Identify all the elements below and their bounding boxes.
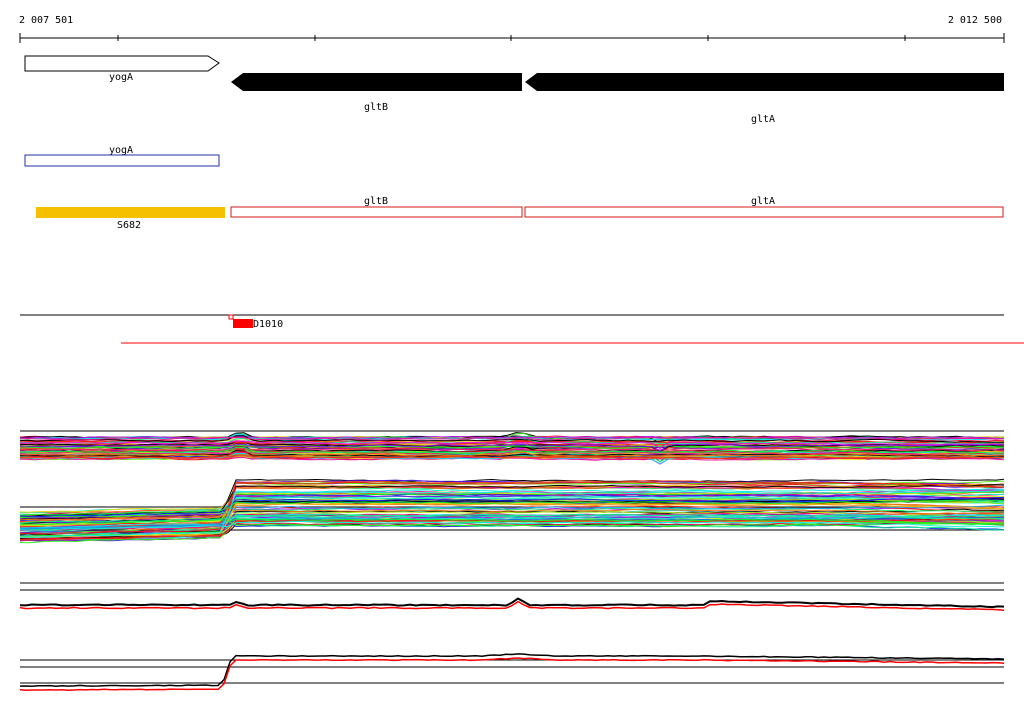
segment-label-s682: S682 [117, 220, 141, 231]
segment-bar-s682[interactable] [36, 207, 225, 218]
expression-track-2 [19, 478, 1005, 544]
gene-label-glta: gltA [751, 114, 775, 125]
cds-label-glta: gltA [751, 196, 775, 207]
genome-browser-view: 2 007 501 2 012 500 yogA gltB gltA yogA … [0, 0, 1024, 714]
cds-label-gltb: gltB [364, 196, 388, 207]
coordinate-ruler: 2 007 501 2 012 500 [19, 15, 1005, 43]
ruler-end-label: 2 012 500 [948, 15, 1002, 26]
summary-track-2 [19, 653, 1005, 691]
cds-forward-track: yogA [24, 145, 220, 167]
gene-label-gltb: gltB [364, 102, 388, 113]
feature-label-d1010: D1010 [253, 319, 283, 330]
genome-tracks-canvas: 2 007 501 2 012 500 yogA gltB gltA yogA … [19, 15, 1024, 691]
cds-reverse-track: S682 gltB gltA [36, 196, 1004, 231]
cds-label-yoga: yogA [109, 145, 133, 156]
cds-box-gltb[interactable] [230, 206, 523, 218]
gene-arrow-gltb-shape[interactable] [231, 73, 522, 91]
feature-bar-d1010[interactable] [233, 319, 253, 328]
ruler-start-label: 2 007 501 [19, 15, 73, 26]
feature-marker-small [228, 314, 234, 320]
expression-track-1 [19, 430, 1005, 465]
gene-label-yoga: yogA [109, 72, 133, 83]
gene-arrow-yoga-shape[interactable] [24, 55, 220, 72]
cds-box-yoga[interactable] [24, 154, 220, 167]
feature-track: D1010 [20, 314, 1024, 344]
gene-arrow-gltb[interactable]: gltB [231, 73, 522, 113]
summary-track-1 [19, 582, 1005, 612]
gene-arrow-yoga[interactable]: yogA [24, 55, 220, 83]
gene-arrow-glta-shape[interactable] [525, 73, 1004, 91]
gene-track: yogA gltB gltA [24, 55, 1004, 125]
cds-box-glta[interactable] [524, 206, 1004, 218]
gene-arrow-glta[interactable]: gltA [525, 73, 1004, 125]
